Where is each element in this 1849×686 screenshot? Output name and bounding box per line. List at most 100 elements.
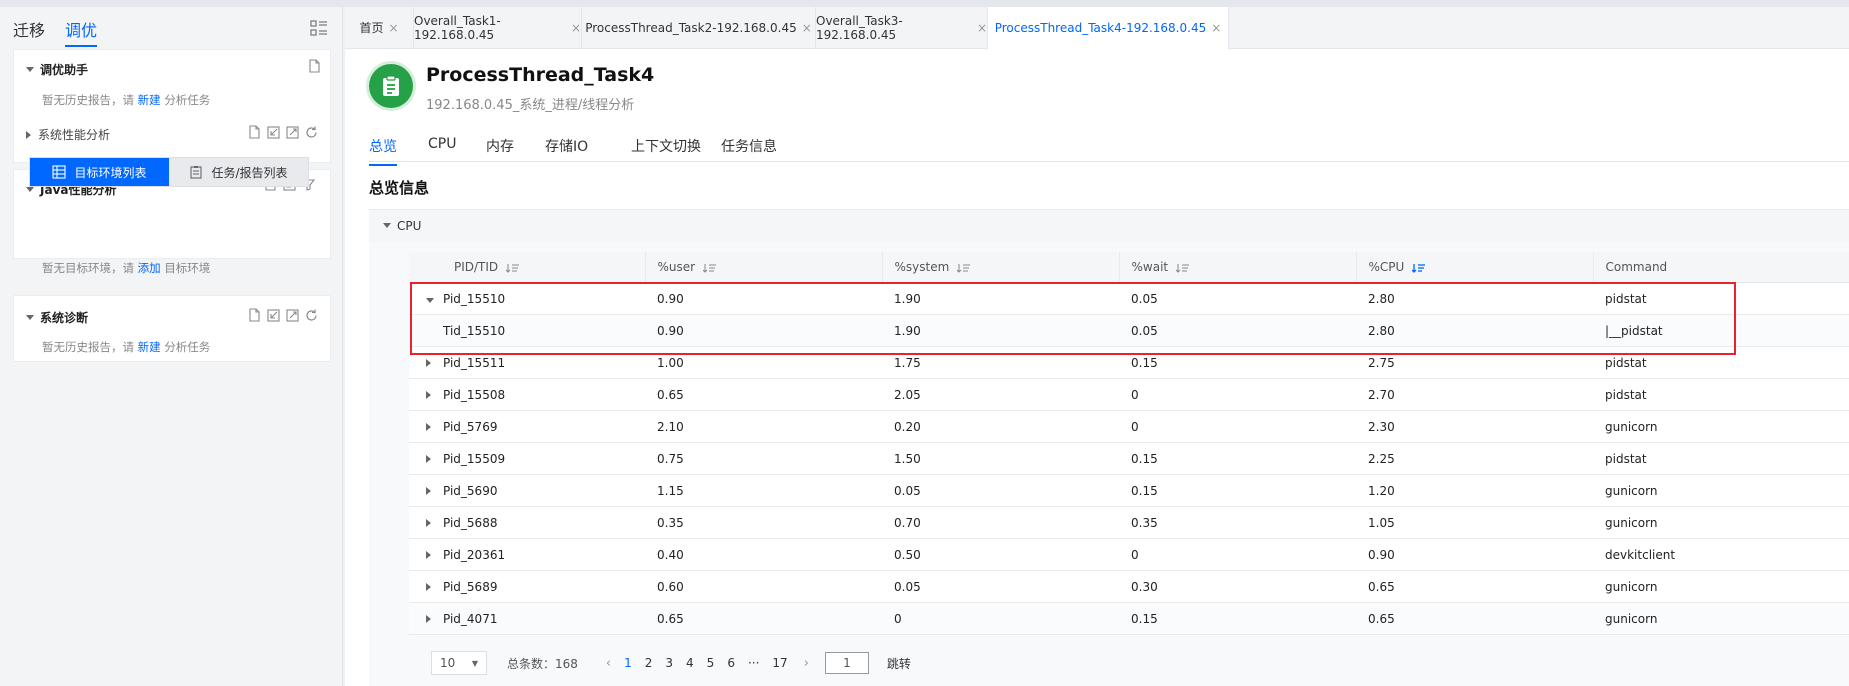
tab-tuning[interactable]: 调优 bbox=[65, 17, 98, 47]
col-wait[interactable]: %wait bbox=[1118, 252, 1356, 283]
jump-button[interactable]: 跳转 bbox=[887, 655, 911, 672]
expand-caret-icon[interactable] bbox=[426, 612, 443, 626]
sys-diag-title[interactable]: 系统诊断 bbox=[26, 309, 88, 326]
refresh-icon[interactable] bbox=[304, 308, 319, 323]
import-icon[interactable] bbox=[266, 125, 281, 140]
tab-processthread-task4[interactable]: ProcessThread_Task4-192.168.0.45 × bbox=[988, 7, 1229, 49]
list-menu-icon[interactable] bbox=[310, 19, 328, 37]
subnav-storage-io[interactable]: 存储IO bbox=[545, 136, 588, 156]
table-row[interactable]: Pid_15510 0.90 1.90 0.05 2.80 pidstat bbox=[409, 282, 1849, 315]
page-17[interactable]: 17 bbox=[772, 656, 787, 670]
close-icon[interactable]: × bbox=[388, 21, 398, 35]
table-row[interactable]: Pid_15509 0.75 1.50 0.15 2.25 pidstat bbox=[409, 442, 1849, 475]
subnav-memory[interactable]: 内存 bbox=[486, 136, 514, 156]
tab-overall-task3[interactable]: Overall_Task3-192.168.0.45 × bbox=[816, 7, 988, 48]
collapse-caret-icon[interactable] bbox=[26, 67, 34, 72]
col-command: Command bbox=[1592, 252, 1849, 283]
prev-page-icon[interactable]: ‹ bbox=[606, 656, 611, 671]
collapse-caret-icon[interactable] bbox=[26, 315, 34, 320]
sidebar: 迁移 调优 调优助手 暂无历史报告，请 新建 分析任务 系统性能分析 Java性… bbox=[0, 7, 343, 686]
col-cpu[interactable]: %CPU bbox=[1355, 252, 1593, 283]
close-icon[interactable]: × bbox=[802, 21, 812, 35]
expand-caret-icon[interactable] bbox=[426, 516, 443, 530]
page-3[interactable]: 3 bbox=[665, 656, 673, 670]
close-icon[interactable]: × bbox=[977, 21, 987, 35]
subnav-cpu[interactable]: CPU bbox=[428, 136, 456, 152]
expand-caret-icon[interactable] bbox=[426, 388, 443, 402]
expand-caret-icon[interactable] bbox=[426, 484, 443, 498]
task-report-list-button[interactable]: 任务/报告列表 bbox=[169, 158, 308, 186]
jump-page-input[interactable]: 1 bbox=[824, 652, 869, 674]
task-clipboard-icon bbox=[369, 64, 413, 108]
table-row[interactable]: Pid_15511 1.00 1.75 0.15 2.75 pidstat bbox=[409, 346, 1849, 379]
page-2[interactable]: 2 bbox=[645, 656, 653, 670]
expand-caret-icon[interactable] bbox=[26, 130, 31, 139]
tab-processthread-task2[interactable]: ProcessThread_Task2-192.168.0.45 × bbox=[582, 7, 816, 48]
pagination: 10 ▼ 总条数：168 ‹ 1 2 3 4 5 6 ··· 17 › 1 跳转 bbox=[431, 651, 911, 675]
target-env-list-button[interactable]: 目标环境列表 bbox=[30, 158, 169, 186]
sys-diag-note: 暂无历史报告，请 新建 分析任务 bbox=[42, 340, 211, 354]
expand-caret-icon[interactable] bbox=[426, 452, 443, 466]
sort-desc-active-icon[interactable] bbox=[1412, 263, 1426, 273]
export-icon[interactable] bbox=[285, 308, 300, 323]
clipboard-icon bbox=[190, 166, 203, 179]
tab-overall-task1[interactable]: Overall_Task1-192.168.0.45 × bbox=[414, 7, 582, 48]
new-file-icon[interactable] bbox=[247, 125, 262, 140]
page-5[interactable]: 5 bbox=[707, 656, 715, 670]
col-system[interactable]: %system bbox=[881, 252, 1119, 283]
import-icon[interactable] bbox=[266, 308, 281, 323]
table-row[interactable]: Tid_15510 0.90 1.90 0.05 2.80 |__pidstat bbox=[409, 314, 1849, 347]
system-perf-analysis-item[interactable]: 系统性能分析 bbox=[26, 126, 110, 143]
java-perf-segmented-control: 目标环境列表 任务/报告列表 bbox=[29, 157, 309, 187]
add-env-link[interactable]: 添加 bbox=[138, 261, 161, 275]
page-1[interactable]: 1 bbox=[624, 656, 632, 670]
table-row[interactable]: Pid_15508 0.65 2.05 0 2.70 pidstat bbox=[409, 378, 1849, 411]
collapse-caret-icon[interactable] bbox=[383, 223, 391, 228]
export-icon[interactable] bbox=[285, 125, 300, 140]
table-row[interactable]: Pid_5689 0.60 0.05 0.30 0.65 gunicorn bbox=[409, 570, 1849, 603]
next-page-icon[interactable]: › bbox=[804, 656, 809, 671]
close-icon[interactable]: × bbox=[571, 21, 581, 35]
sort-icon[interactable] bbox=[506, 263, 520, 273]
collapse-caret-icon[interactable] bbox=[426, 292, 443, 306]
table-row[interactable]: Pid_5769 2.10 0.20 0 2.30 gunicorn bbox=[409, 410, 1849, 443]
refresh-icon[interactable] bbox=[304, 125, 319, 140]
table-row[interactable]: Pid_5690 1.15 0.05 0.15 1.20 gunicorn bbox=[409, 474, 1849, 507]
create-task-link[interactable]: 新建 bbox=[138, 93, 161, 107]
new-file-icon[interactable] bbox=[247, 308, 262, 323]
cpu-collapse-header[interactable]: CPU bbox=[369, 209, 1849, 243]
expand-caret-icon[interactable] bbox=[426, 420, 443, 434]
expand-caret-icon[interactable] bbox=[426, 356, 443, 370]
page-6[interactable]: 6 bbox=[727, 656, 735, 670]
sys-diag-actions bbox=[247, 308, 319, 323]
table-row[interactable]: Pid_5688 0.35 0.70 0.35 1.05 gunicorn bbox=[409, 506, 1849, 539]
tab-home[interactable]: 首页 × bbox=[345, 7, 414, 48]
col-user[interactable]: %user bbox=[644, 252, 882, 283]
subnav-task-info[interactable]: 任务信息 bbox=[721, 136, 777, 156]
subnav-overview[interactable]: 总览 bbox=[369, 136, 397, 166]
sidebar-tabs: 迁移 调优 bbox=[0, 7, 342, 47]
expand-caret-icon[interactable] bbox=[426, 548, 443, 562]
col-pid-tid[interactable]: PID/TID bbox=[409, 252, 645, 283]
sort-icon[interactable] bbox=[1176, 263, 1190, 273]
subnav-context-switch[interactable]: 上下文切换 bbox=[631, 136, 701, 156]
page-size-select[interactable]: 10 ▼ bbox=[431, 651, 487, 675]
create-task-link[interactable]: 新建 bbox=[138, 340, 161, 354]
sort-icon[interactable] bbox=[957, 263, 971, 273]
page-title: ProcessThread_Task4 bbox=[426, 64, 655, 86]
sort-icon[interactable] bbox=[703, 263, 717, 273]
tuning-assistant-note: 暂无历史报告，请 新建 分析任务 bbox=[42, 93, 211, 107]
table-header-row: PID/TID %user %system %wait %CPU Command bbox=[409, 252, 1849, 283]
tuning-assistant-title[interactable]: 调优助手 bbox=[26, 61, 88, 78]
expand-caret-icon[interactable] bbox=[426, 580, 443, 594]
new-file-icon[interactable] bbox=[307, 59, 322, 74]
sys-diag-panel: 系统诊断 暂无历史报告，请 新建 分析任务 bbox=[13, 295, 331, 362]
page-ellipsis[interactable]: ··· bbox=[748, 656, 759, 670]
table-row[interactable]: Pid_4071 0.65 0 0.15 0.65 gunicorn bbox=[409, 602, 1849, 635]
collapse-caret-icon[interactable] bbox=[26, 187, 34, 192]
java-perf-note: 暂无目标环境，请 添加 目标环境 bbox=[42, 261, 211, 275]
close-icon[interactable]: × bbox=[1211, 21, 1221, 35]
page-4[interactable]: 4 bbox=[686, 656, 694, 670]
tab-migration[interactable]: 迁移 bbox=[13, 17, 45, 41]
table-row[interactable]: Pid_20361 0.40 0.50 0 0.90 devkitclient bbox=[409, 538, 1849, 571]
